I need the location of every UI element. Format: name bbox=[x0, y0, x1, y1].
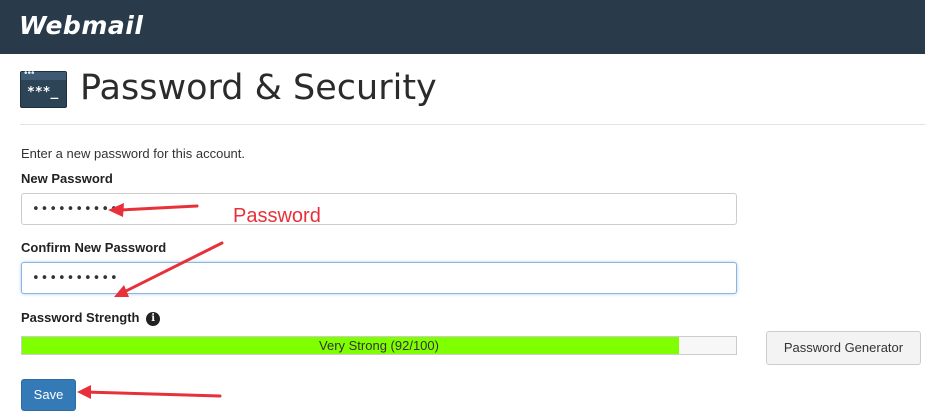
annotation-arrows bbox=[77, 203, 224, 399]
arrow-to-save-button bbox=[82, 390, 222, 398]
arrow-to-confirm-password bbox=[122, 241, 224, 294]
arrow-to-new-password bbox=[118, 204, 199, 212]
